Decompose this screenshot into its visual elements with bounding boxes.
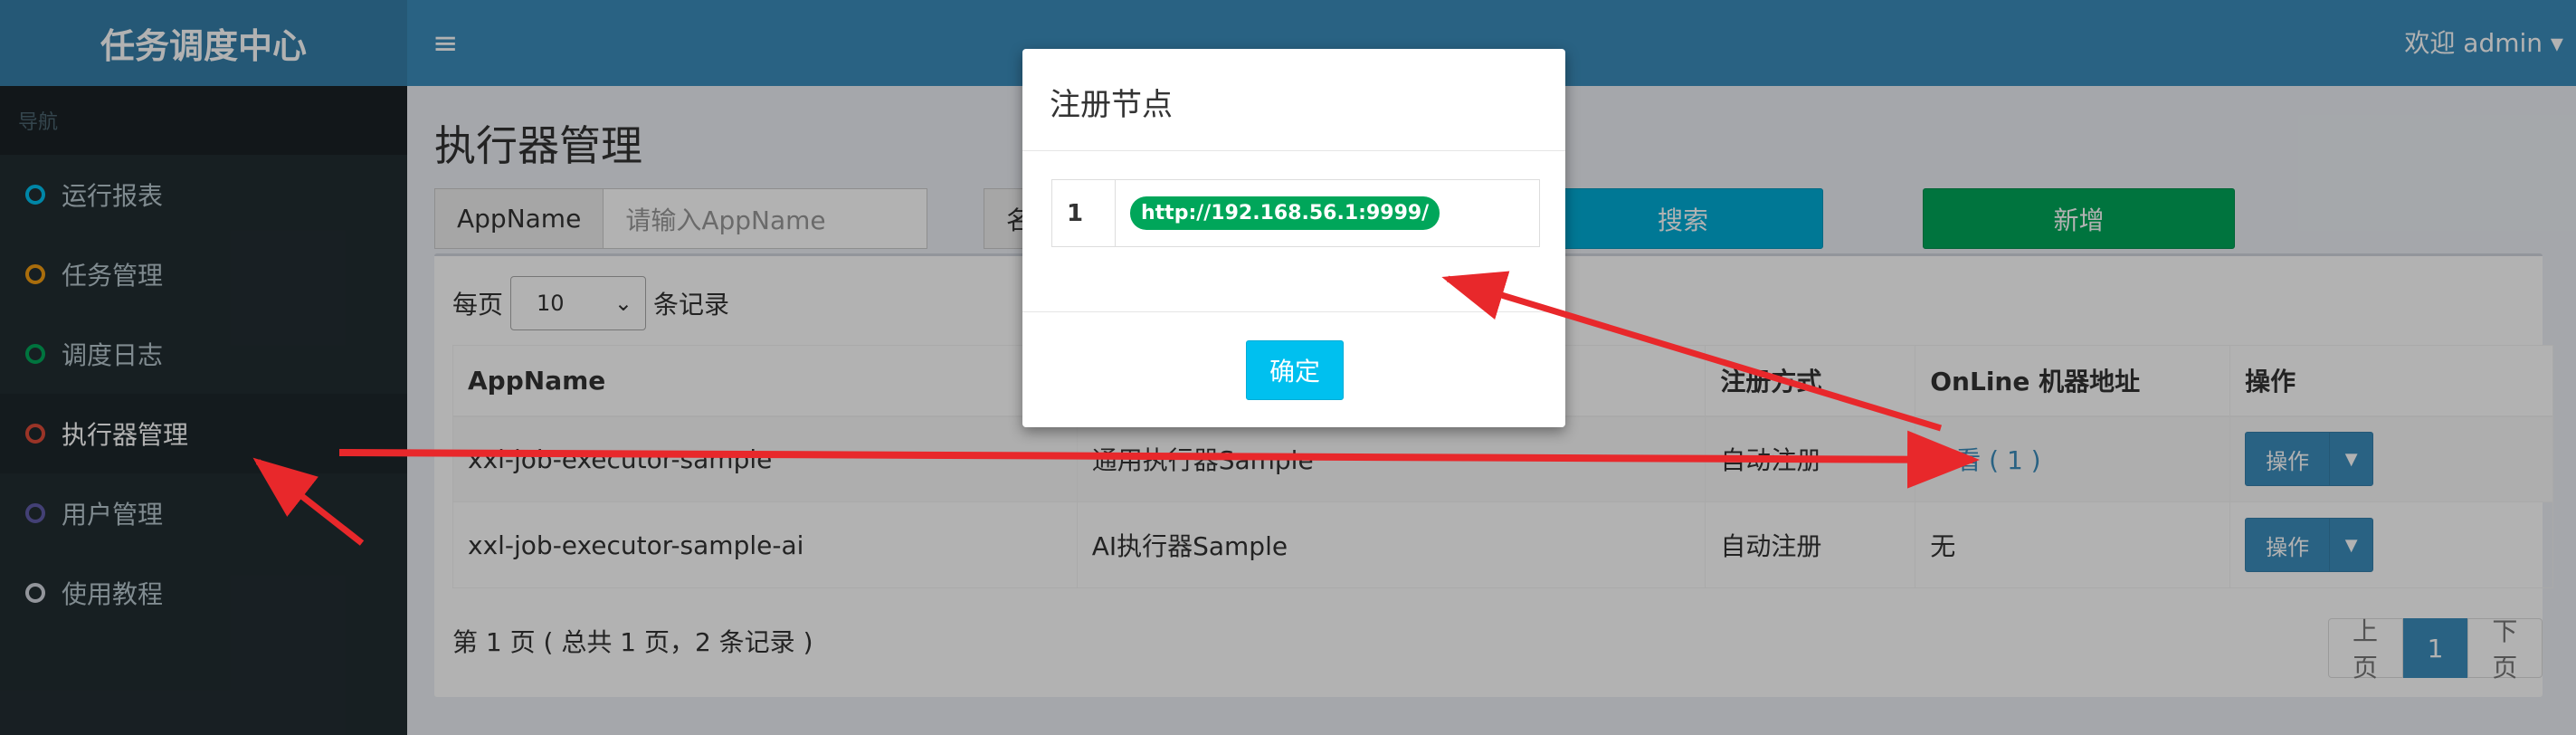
annotation-arrow bbox=[252, 457, 365, 546]
annotation-arrow bbox=[338, 430, 1980, 489]
annotation-arrow bbox=[1441, 271, 1943, 432]
annotation-arrows bbox=[252, 271, 1980, 546]
